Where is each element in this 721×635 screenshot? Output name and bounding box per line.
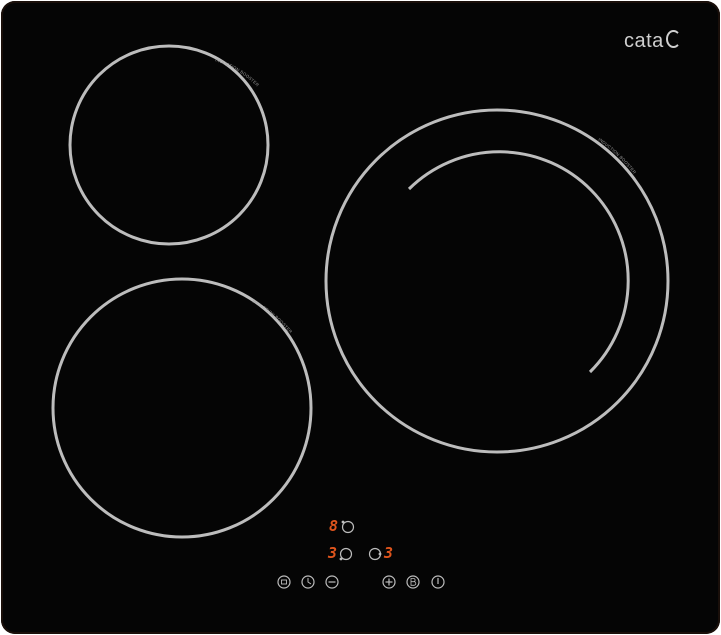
front-left-zone-label: INDUCTION BOOSTER bbox=[252, 298, 294, 334]
right-zone-outer-ring bbox=[324, 108, 670, 454]
right-level-display: 3 bbox=[384, 544, 394, 562]
brand-mark-icon bbox=[665, 30, 681, 48]
booster-icon[interactable] bbox=[406, 575, 420, 589]
rear-left-zone-indicator-icon bbox=[341, 520, 355, 534]
rear-left-zone-ring bbox=[68, 44, 270, 246]
plus-icon[interactable] bbox=[382, 575, 396, 589]
right-zone-label: INDUCTION BOOSTER bbox=[597, 137, 637, 175]
brand-name: cata bbox=[624, 30, 664, 52]
rear-left-level-display: 8 bbox=[329, 517, 339, 535]
child-lock-icon[interactable] bbox=[277, 575, 291, 589]
front-left-zone-label-text: INDUCTION BOOSTER bbox=[252, 298, 294, 334]
front-left-level-display: 3 bbox=[328, 544, 338, 562]
timer-icon[interactable] bbox=[301, 575, 315, 589]
right-zone-indicator-icon bbox=[368, 547, 382, 561]
minus-icon[interactable] bbox=[325, 575, 339, 589]
right-zone-inner-arc bbox=[407, 150, 630, 374]
front-left-zone-indicator-icon bbox=[339, 547, 353, 561]
front-left-zone-ring bbox=[51, 277, 313, 539]
brand-logo: cata bbox=[624, 30, 681, 53]
right-zone-label-text: INDUCTION BOOSTER bbox=[597, 137, 637, 175]
cooktop-scene: INDUCTION BOOSTER INDUCTION BOOSTER INDU… bbox=[51, 44, 670, 589]
power-icon[interactable] bbox=[431, 575, 445, 589]
